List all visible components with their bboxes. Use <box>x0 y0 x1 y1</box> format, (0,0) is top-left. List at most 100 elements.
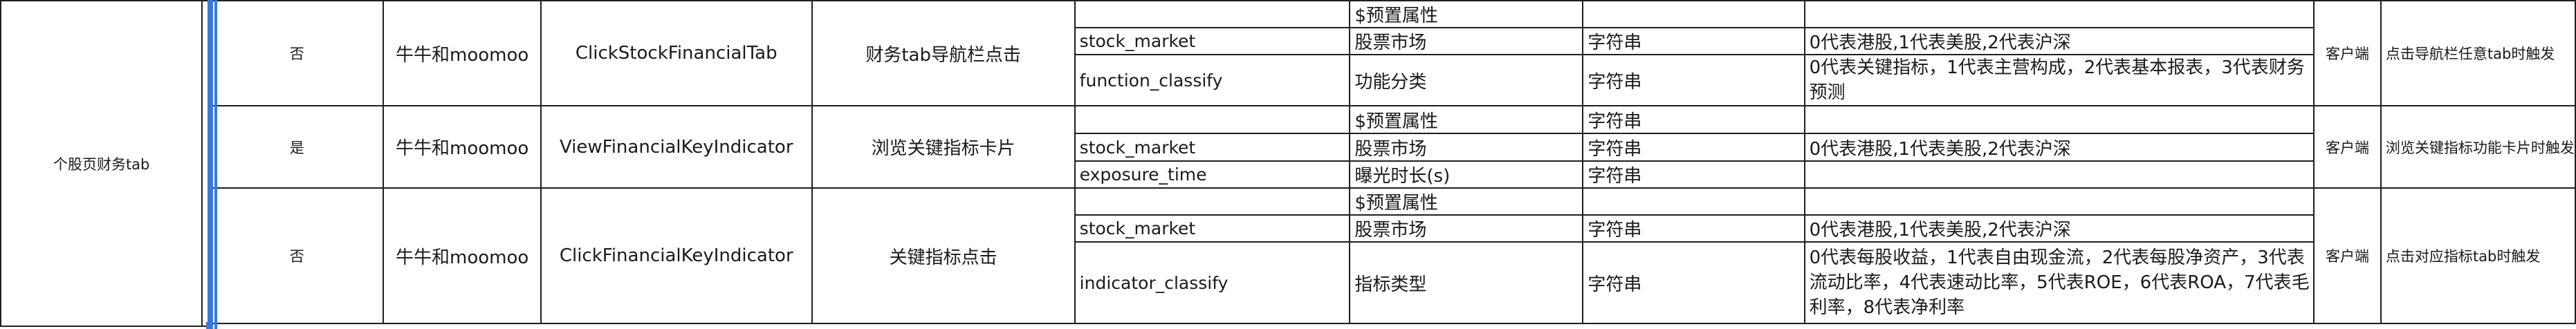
prop-type-cell[interactable]: 字符串 <box>1582 133 1805 162</box>
prop-name: 股票市场 <box>1354 32 1427 53</box>
prop-name-cell[interactable]: $预置属性 <box>1349 105 1584 134</box>
prop-type: 字符串 <box>1588 274 1642 295</box>
prop-note: 0代表港股,1代表美股,2代表沪深 <box>1809 32 2071 53</box>
prop-key-cell[interactable]: stock_market <box>1074 133 1351 162</box>
prop-type-cell[interactable]: 字符串 <box>1582 214 1805 243</box>
prop-key-cell[interactable] <box>1074 105 1351 134</box>
prop-note-cell[interactable] <box>1803 0 2315 28</box>
prop-key: stock_market <box>1079 31 1196 51</box>
app-value: 牛牛和moomoo <box>396 138 529 159</box>
event-desc: 财务tab导航栏点击 <box>865 44 1021 66</box>
event-name-cell[interactable]: ViewFinancialKeyIndicator <box>540 105 813 189</box>
event-desc-cell[interactable]: 财务tab导航栏点击 <box>811 0 1076 106</box>
prop-note-cell[interactable]: 0代表港股,1代表美股,2代表沪深 <box>1803 133 2315 162</box>
app-value: 牛牛和moomoo <box>396 44 529 66</box>
event-name: ClickStockFinancialTab <box>575 43 778 64</box>
client-value: 客户端 <box>2325 248 2369 265</box>
client-value: 客户端 <box>2325 139 2369 156</box>
event-name-cell[interactable]: ClickFinancialKeyIndicator <box>540 187 813 324</box>
event-desc: 关键指标点击 <box>889 247 997 268</box>
preset-cell[interactable]: 否 <box>209 0 385 106</box>
client-cell[interactable]: 客户端 <box>2313 105 2382 189</box>
event-desc: 浏览关键指标卡片 <box>871 138 1015 159</box>
prop-name: $预置属性 <box>1354 6 1438 26</box>
column-selection-edge <box>214 0 217 329</box>
prop-note-cell[interactable]: 0代表港股,1代表美股,2代表沪深 <box>1803 27 2315 55</box>
prop-note: 0代表关键指标，1代表主营构成，2代表基本报表，3代表财务预测 <box>1809 57 2305 103</box>
event-name: ViewFinancialKeyIndicator <box>559 136 793 158</box>
app-cell[interactable]: 牛牛和moomoo <box>383 0 542 106</box>
prop-type-cell[interactable] <box>1582 187 1805 216</box>
event-desc-cell[interactable]: 关键指标点击 <box>811 187 1076 324</box>
prop-key-cell[interactable]: stock_market <box>1074 27 1351 55</box>
prop-name: $预置属性 <box>1354 193 1438 214</box>
prop-note-cell[interactable] <box>1803 160 2315 189</box>
prop-name: 曝光时长(s) <box>1354 166 1451 187</box>
trigger-value: 点击对应指标tab时触发 <box>2385 248 2541 265</box>
prop-key: exposure_time <box>1079 164 1207 185</box>
prop-name: 股票市场 <box>1354 220 1427 241</box>
event-name-cell[interactable]: ClickStockFinancialTab <box>540 0 813 106</box>
prop-type-cell[interactable] <box>1582 0 1805 28</box>
section-label-cell[interactable]: 个股页财务tab <box>0 0 203 327</box>
app-cell[interactable]: 牛牛和moomoo <box>383 187 542 324</box>
preset-cell[interactable]: 否 <box>209 187 385 324</box>
prop-note: 0代表港股,1代表美股,2代表沪深 <box>1809 138 2071 160</box>
prop-name-cell[interactable]: 指标类型 <box>1349 241 1584 324</box>
trigger-cell[interactable]: 浏览关键指标功能卡片时触发 <box>2380 105 2576 189</box>
selection-fill-handle[interactable] <box>206 322 213 329</box>
prop-key-cell[interactable]: function_classify <box>1074 54 1351 106</box>
spreadsheet: 个股页财务tab 否 牛牛和moomoo ClickStockFinancial… <box>0 0 2576 329</box>
prop-note: 0代表每股收益，1代表自由现金流，2代表每股净资产，3代表流动比率，4代表速动比… <box>1809 247 2310 318</box>
preset-value: 否 <box>289 46 304 62</box>
prop-note-cell[interactable] <box>1803 187 2315 216</box>
prop-type: 字符串 <box>1588 138 1642 160</box>
prop-note: 0代表港股,1代表美股,2代表沪深 <box>1809 220 2071 241</box>
prop-key: indicator_classify <box>1079 272 1229 293</box>
prop-key-cell[interactable]: exposure_time <box>1074 160 1351 189</box>
trigger-cell[interactable]: 点击导航栏任意tab时触发 <box>2380 0 2576 106</box>
prop-name-cell[interactable]: 股票市场 <box>1349 27 1584 55</box>
prop-type: 字符串 <box>1588 32 1642 53</box>
prop-type-cell[interactable]: 字符串 <box>1582 27 1805 55</box>
trigger-value: 点击导航栏任意tab时触发 <box>2385 46 2555 62</box>
prop-note-cell[interactable]: 0代表关键指标，1代表主营构成，2代表基本报表，3代表财务预测 <box>1803 54 2315 106</box>
app-cell[interactable]: 牛牛和moomoo <box>383 105 542 189</box>
prop-type: 字符串 <box>1588 71 1642 93</box>
prop-name-cell[interactable]: $预置属性 <box>1349 0 1584 28</box>
trigger-cell[interactable]: 点击对应指标tab时触发 <box>2380 187 2576 324</box>
prop-name: $预置属性 <box>1354 111 1438 132</box>
app-value: 牛牛和moomoo <box>396 247 529 268</box>
event-desc-cell[interactable]: 浏览关键指标卡片 <box>811 105 1076 189</box>
prop-type-cell[interactable]: 字符串 <box>1582 54 1805 106</box>
preset-cell[interactable]: 是 <box>209 105 385 189</box>
client-cell[interactable]: 客户端 <box>2313 0 2382 106</box>
prop-note-cell[interactable]: 0代表港股,1代表美股,2代表沪深 <box>1803 214 2315 243</box>
prop-name: 功能分类 <box>1354 71 1427 93</box>
prop-name-cell[interactable]: 股票市场 <box>1349 214 1584 243</box>
event-tracking-table: 个股页财务tab 否 牛牛和moomoo ClickStockFinancial… <box>0 0 2576 327</box>
column-selection-highlight <box>208 0 213 329</box>
prop-key-cell[interactable] <box>1074 187 1351 216</box>
prop-name-cell[interactable]: 曝光时长(s) <box>1349 160 1584 189</box>
prop-name: 指标类型 <box>1354 274 1427 295</box>
prop-type: 字符串 <box>1588 220 1642 241</box>
prop-type: 字符串 <box>1588 111 1642 132</box>
prop-key: stock_market <box>1079 137 1196 158</box>
prop-name-cell[interactable]: $预置属性 <box>1349 187 1584 216</box>
prop-note-cell[interactable] <box>1803 105 2315 134</box>
prop-type-cell[interactable]: 字符串 <box>1582 160 1805 189</box>
prop-type: 字符串 <box>1588 166 1642 187</box>
section-label: 个股页财务tab <box>53 156 150 173</box>
prop-key-cell[interactable]: stock_market <box>1074 214 1351 243</box>
prop-key-cell[interactable]: indicator_classify <box>1074 241 1351 324</box>
prop-key-cell[interactable] <box>1074 0 1351 28</box>
prop-name: 股票市场 <box>1354 138 1427 160</box>
prop-key: function_classify <box>1079 70 1223 91</box>
prop-type-cell[interactable]: 字符串 <box>1582 105 1805 134</box>
prop-name-cell[interactable]: 股票市场 <box>1349 133 1584 162</box>
prop-type-cell[interactable]: 字符串 <box>1582 241 1805 324</box>
prop-name-cell[interactable]: 功能分类 <box>1349 54 1584 106</box>
prop-note-cell[interactable]: 0代表每股收益，1代表自由现金流，2代表每股净资产，3代表流动比率，4代表速动比… <box>1803 241 2315 324</box>
client-cell[interactable]: 客户端 <box>2313 187 2382 324</box>
